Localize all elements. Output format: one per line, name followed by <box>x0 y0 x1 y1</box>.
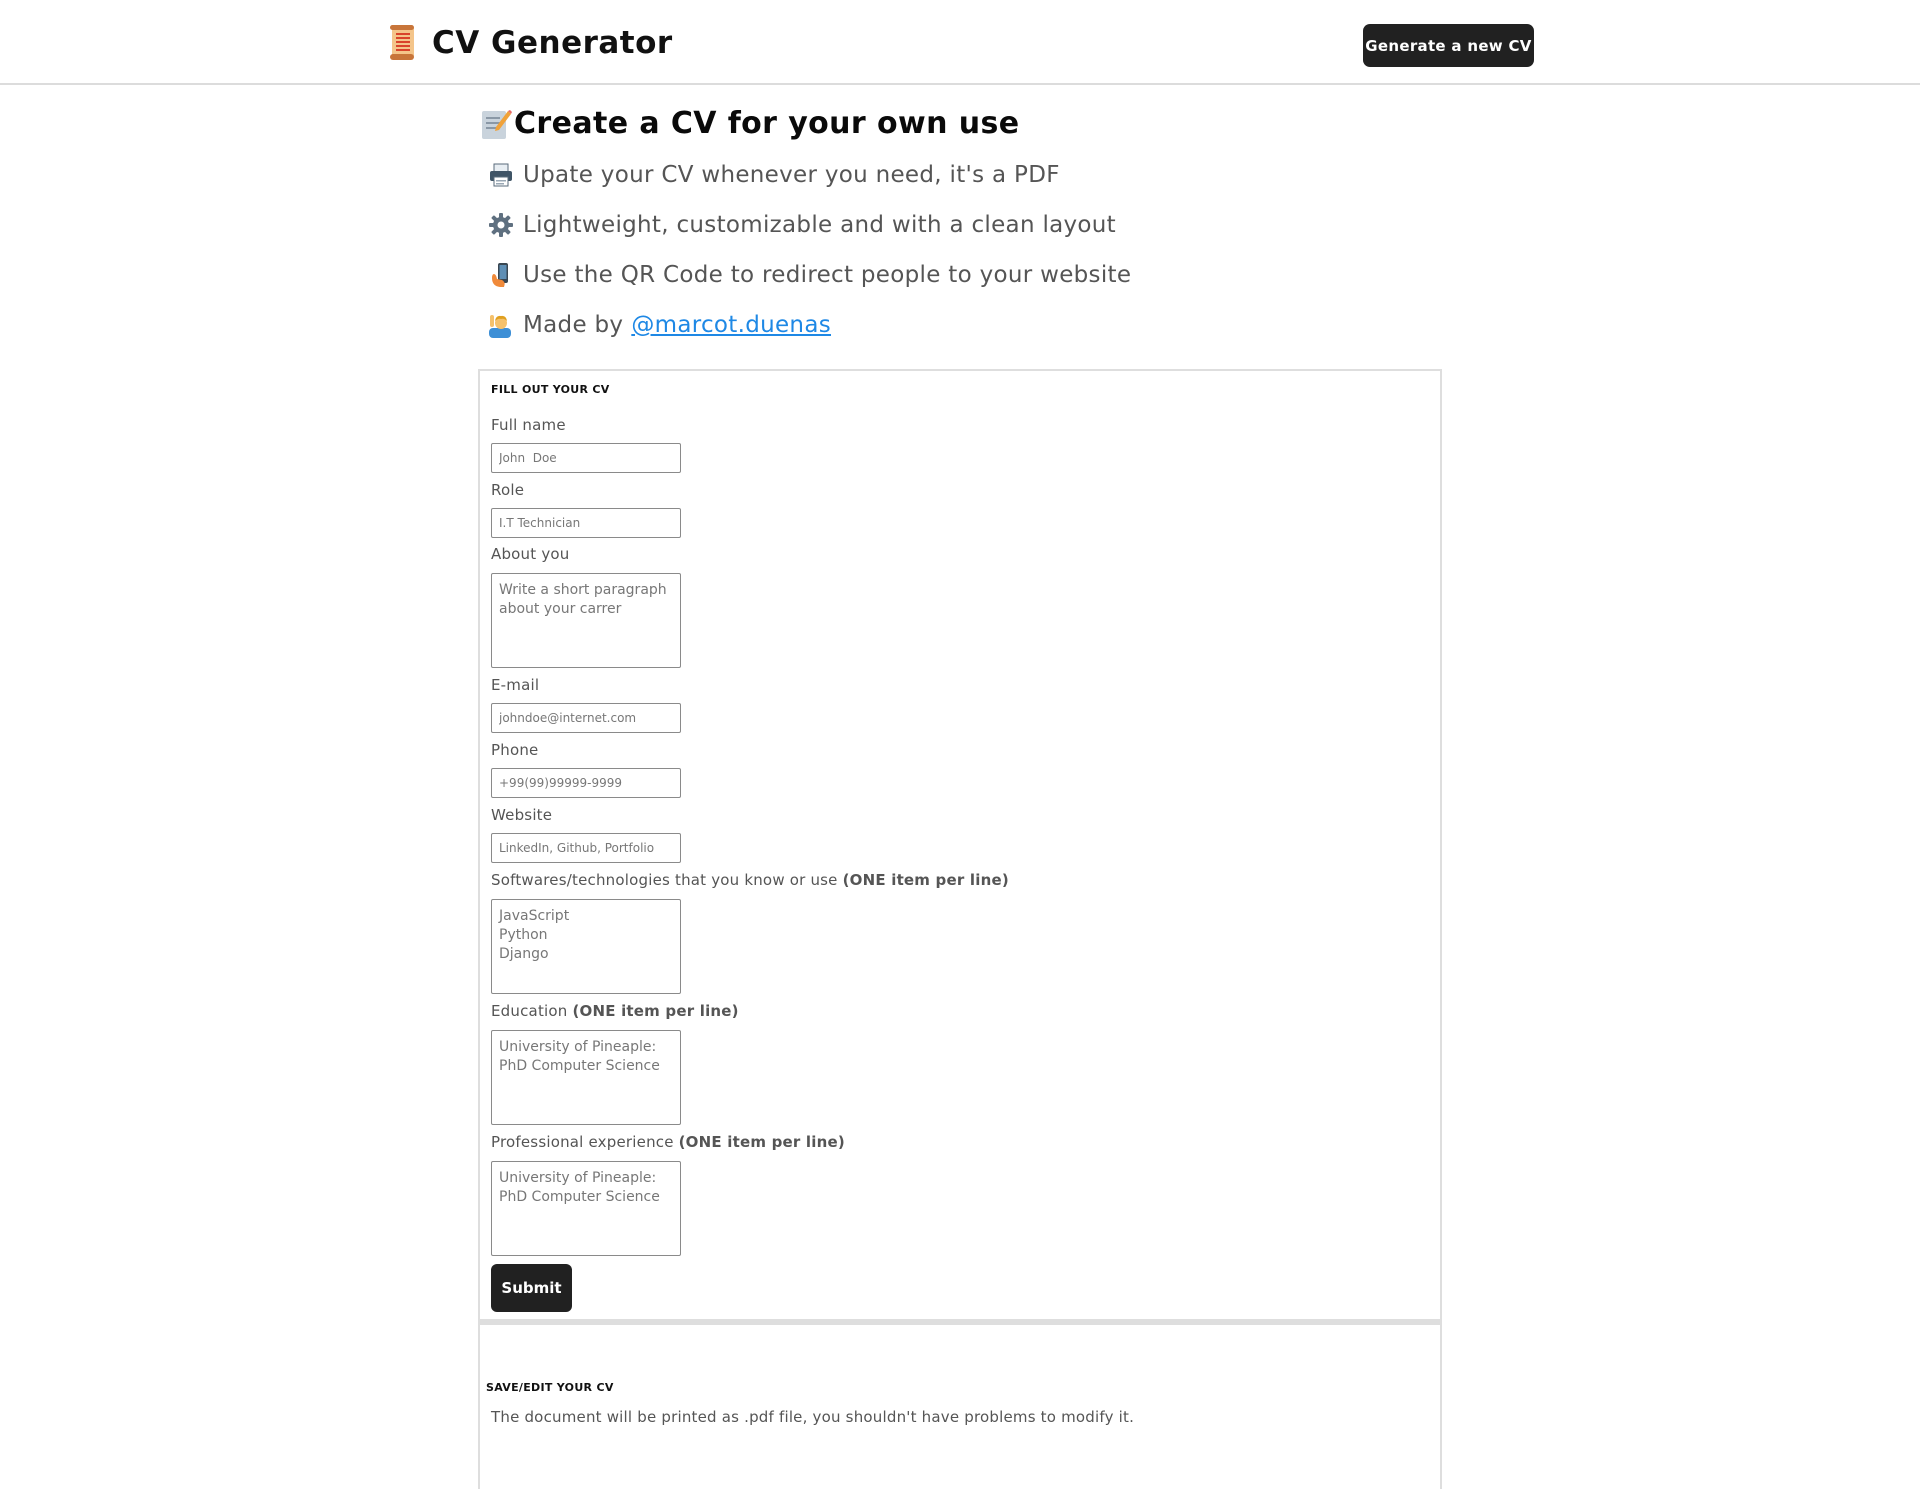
feature-text: Use the QR Code to redirect people to yo… <box>523 262 1132 288</box>
role-label: Role <box>491 481 525 499</box>
feature-text: Made by <box>523 312 624 338</box>
phone-input[interactable] <box>491 768 681 798</box>
about-textarea[interactable] <box>491 573 681 668</box>
feature-text: Lightweight, customizable and with a cle… <box>523 212 1117 238</box>
save-description: The document will be printed as .pdf fil… <box>491 1408 1135 1426</box>
gear-icon <box>488 212 514 238</box>
cv-form-card: FILL OUT YOUR CV Full name Role About yo… <box>478 369 1442 1321</box>
full-name-label: Full name <box>491 416 566 434</box>
page-title: Create a CV for your own use <box>514 106 1020 141</box>
feature-item-author: Made by @marcot.duenas <box>488 300 1131 350</box>
mobile-phone-icon <box>488 262 514 288</box>
email-label: E-mail <box>491 676 540 694</box>
email-input[interactable] <box>491 703 681 733</box>
top-navbar: CV Generator Generate a new CV <box>0 0 1920 85</box>
education-label-text: Education <box>491 1002 568 1020</box>
feature-list: Upate your CV whenever you need, it's a … <box>488 150 1131 350</box>
app-title: CV Generator <box>432 25 673 61</box>
submit-button[interactable]: Submit <box>491 1264 572 1312</box>
phone-label: Phone <box>491 741 539 759</box>
printer-icon <box>488 162 514 188</box>
save-heading: SAVE/EDIT YOUR CV <box>486 1381 614 1394</box>
intro-heading: Create a CV for your own use <box>480 106 1019 141</box>
full-name-input[interactable] <box>491 443 681 473</box>
feature-item-lightweight: Lightweight, customizable and with a cle… <box>488 200 1131 250</box>
feature-item-pdf: Upate your CV whenever you need, it's a … <box>488 150 1131 200</box>
save-cv-card: SAVE/EDIT YOUR CV The document will be p… <box>478 1321 1442 1489</box>
generate-new-cv-button[interactable]: Generate a new CV <box>1363 24 1534 67</box>
website-input[interactable] <box>491 833 681 863</box>
education-hint: (ONE item per line) <box>572 1002 739 1020</box>
skills-hint: (ONE item per line) <box>842 871 1009 889</box>
education-label: Education (ONE item per line) <box>491 1002 739 1020</box>
person-raising-hand-icon <box>488 312 514 338</box>
education-textarea[interactable] <box>491 1030 681 1125</box>
brand[interactable]: CV Generator <box>384 20 673 66</box>
author-link[interactable]: @marcot.duenas <box>631 312 831 338</box>
feature-text: Upate your CV whenever you need, it's a … <box>523 162 1060 188</box>
experience-textarea[interactable] <box>491 1161 681 1256</box>
skills-label: Softwares/technologies that you know or … <box>491 871 1009 889</box>
form-heading: FILL OUT YOUR CV <box>491 383 610 396</box>
website-label: Website <box>491 806 553 824</box>
skills-label-text: Softwares/technologies that you know or … <box>491 871 838 889</box>
feature-item-qr: Use the QR Code to redirect people to yo… <box>488 250 1131 300</box>
experience-label-text: Professional experience <box>491 1133 674 1151</box>
experience-label: Professional experience (ONE item per li… <box>491 1133 845 1151</box>
role-input[interactable] <box>491 508 681 538</box>
experience-hint: (ONE item per line) <box>678 1133 845 1151</box>
skills-textarea[interactable] <box>491 899 681 994</box>
memo-icon <box>480 107 512 141</box>
scroll-icon <box>384 24 420 62</box>
about-label: About you <box>491 545 570 563</box>
